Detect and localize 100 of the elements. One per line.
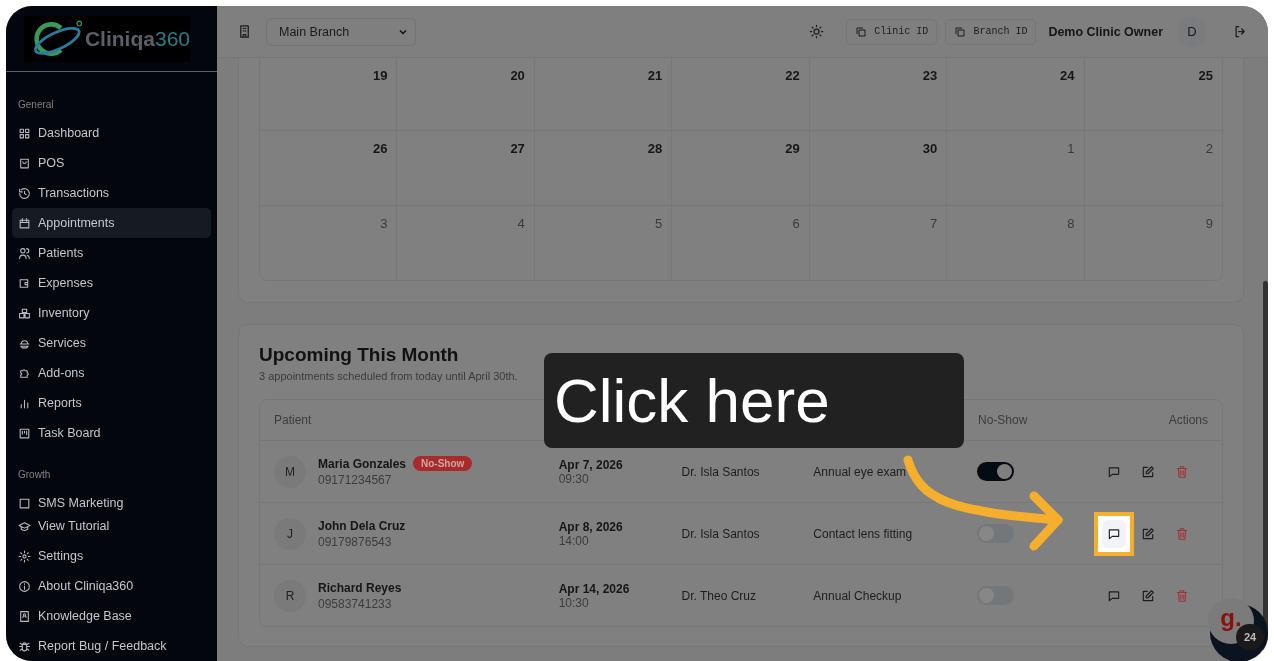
people-icon <box>18 246 31 260</box>
board-icon <box>18 426 31 440</box>
nav-item[interactable]: View Tutorial <box>12 511 211 541</box>
nav-item[interactable]: About Cliniqa360 <box>12 571 211 601</box>
wallet-icon <box>18 276 31 290</box>
section-subtitle: 3 appointments scheduled from today until April 30th. <box>259 370 519 382</box>
nav-item[interactable]: Dashboard <box>12 118 211 149</box>
no-show-toggle[interactable] <box>977 462 1015 481</box>
nav-item[interactable]: Task Board <box>12 418 211 449</box>
logo: Cliniqa360 <box>24 15 190 62</box>
reason-text: Annual eye exam <box>813 464 907 479</box>
graduation-cap-icon <box>18 519 31 533</box>
calendar-day[interactable]: 22 <box>672 58 810 130</box>
calendar-day[interactable]: 5 <box>534 205 673 280</box>
calendar-day[interactable]: 8 <box>947 205 1085 280</box>
grid-icon <box>18 126 31 140</box>
calendar-day[interactable]: 28 <box>534 130 673 205</box>
bag-icon <box>18 156 31 170</box>
section-title: Upcoming This Month <box>259 344 460 366</box>
info-icon <box>18 579 31 593</box>
nav-item[interactable]: Appointments <box>12 208 211 239</box>
nav-item[interactable]: Settings <box>12 541 211 571</box>
calendar-day[interactable]: 3 <box>260 205 398 280</box>
nav-item[interactable]: Transactions <box>12 178 211 209</box>
calendar-day[interactable]: 20 <box>397 58 535 130</box>
calendar-icon <box>18 216 31 230</box>
calendar-day[interactable]: 25 <box>1084 58 1222 130</box>
logout-icon[interactable] <box>1233 24 1248 39</box>
nav-item[interactable]: Report Bug / Feedback <box>12 631 211 661</box>
doctor-name: Dr. Theo Cruz <box>681 588 756 603</box>
branch-select[interactable]: Main Branch <box>266 17 416 46</box>
calendar-day[interactable]: 7 <box>809 205 948 280</box>
copy-icon <box>954 25 967 38</box>
nav-item[interactable]: Expenses <box>12 268 211 299</box>
edit-icon <box>1141 526 1155 541</box>
doctor-name: Dr. Isla Santos <box>681 526 760 541</box>
appointment-time: 14:00 <box>558 533 590 548</box>
bug-icon <box>18 639 31 653</box>
column-header: No-Show <box>978 413 1028 427</box>
speech-bubble-icon <box>1107 588 1121 603</box>
sun-icon[interactable] <box>809 24 825 39</box>
patient-name: Maria Gonzales <box>318 456 407 471</box>
patient-phone: 09583741233 <box>318 596 393 611</box>
nav-item[interactable]: Services <box>12 328 211 359</box>
calendar-day[interactable]: 21 <box>534 58 673 130</box>
section-label: Growth <box>17 468 52 483</box>
calendar-day[interactable]: 4 <box>397 205 535 280</box>
calendar-day[interactable]: 27 <box>397 130 535 205</box>
comment-button[interactable] <box>1102 519 1126 548</box>
nav-item[interactable]: POS <box>12 148 211 179</box>
calendar-day[interactable]: 1 <box>947 130 1085 205</box>
patient-avatar: J <box>274 517 306 550</box>
patient-phone: 09179876543 <box>318 534 393 549</box>
copy-icon <box>855 25 868 38</box>
trash-icon <box>1175 464 1189 479</box>
speech-bubble-icon <box>1107 526 1121 541</box>
patient-avatar: R <box>274 579 306 612</box>
patient-name: Richard Reyes <box>318 580 402 595</box>
nav-item[interactable]: Add-ons <box>12 358 211 389</box>
trash-icon <box>1175 526 1189 541</box>
reason-text: Contact lens fitting <box>813 526 913 541</box>
section-label: General <box>17 98 55 113</box>
edit-icon <box>1141 588 1155 603</box>
patient-name: John Dela Cruz <box>318 518 406 533</box>
status-badge: No-Show <box>413 456 473 471</box>
calendar-day[interactable]: 29 <box>672 130 810 205</box>
speech-bubble-icon <box>1107 464 1121 479</box>
nav-item[interactable]: Knowledge Base <box>12 601 211 631</box>
avatar[interactable]: D <box>1177 16 1207 47</box>
reason-text: Annual Checkup <box>813 588 902 603</box>
edit-icon <box>1141 464 1155 479</box>
calendar-day[interactable]: 23 <box>809 58 948 130</box>
trash-icon <box>1175 588 1189 603</box>
nav-item[interactable]: Inventory <box>12 298 211 329</box>
guide-tooltip: Click here <box>544 353 964 448</box>
calendar-day[interactable]: 19 <box>260 58 398 130</box>
calendar-day[interactable]: 26 <box>260 130 398 205</box>
appointment-date: Apr 7, 2026 <box>558 457 624 472</box>
branch-id-button[interactable]: Branch ID <box>945 18 1037 45</box>
doctor-name: Dr. Isla Santos <box>681 464 760 479</box>
settings-icon <box>18 549 31 563</box>
calendar-day[interactable]: 24 <box>947 58 1085 130</box>
nav-item[interactable]: SMS Marketing <box>12 488 211 511</box>
nav-item[interactable]: Reports <box>12 388 211 419</box>
calendar-day[interactable]: 9 <box>1084 205 1222 280</box>
clinic-id-button[interactable]: Clinic ID <box>846 18 938 45</box>
appointment-date: Apr 8, 2026 <box>558 519 624 534</box>
appointment-date: Apr 14, 2026 <box>558 581 631 596</box>
history-icon <box>18 186 31 200</box>
calendar-day[interactable]: 30 <box>809 130 948 205</box>
book-icon <box>18 609 31 623</box>
calendar-day[interactable]: 2 <box>1084 130 1222 205</box>
building-icon <box>237 24 252 39</box>
boxes-icon <box>18 306 31 320</box>
calendar-day[interactable]: 6 <box>672 205 810 280</box>
column-header: Actions <box>1168 413 1208 427</box>
column-header: Patient <box>274 413 312 427</box>
user-name: Demo Clinic Owner <box>1048 24 1163 39</box>
puzzle-icon <box>18 366 31 380</box>
nav-item[interactable]: Patients <box>12 238 211 269</box>
